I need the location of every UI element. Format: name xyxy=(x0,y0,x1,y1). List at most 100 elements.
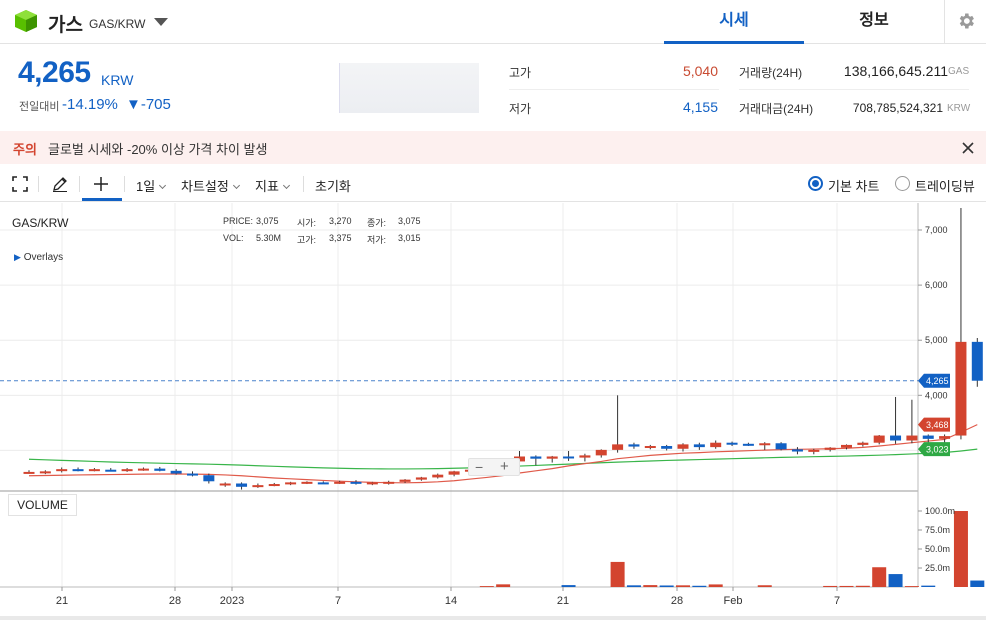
candle-body xyxy=(105,469,117,472)
volume-bar xyxy=(757,585,772,587)
legend-price-label: PRICE: xyxy=(223,216,254,226)
volume-bar xyxy=(888,574,903,587)
indicators-select[interactable]: 지표 xyxy=(255,176,290,195)
candle-body xyxy=(170,470,182,474)
volume-bar xyxy=(904,586,919,587)
low-value: 4,155 xyxy=(682,99,718,115)
coin-select-caret-icon[interactable] xyxy=(154,18,168,26)
candle-body xyxy=(612,444,624,450)
candle-body xyxy=(726,442,738,445)
change-percent: -14.19% xyxy=(62,96,118,113)
high-label: 고가 xyxy=(509,66,532,80)
chart-symbol: GAS/KRW xyxy=(12,216,69,230)
volume-bar xyxy=(626,585,641,587)
candle-body xyxy=(873,435,885,443)
legend-open-label: 시가: xyxy=(297,218,317,228)
x-tick-label: Feb xyxy=(724,595,743,607)
bottom-scrollbar[interactable] xyxy=(0,616,986,620)
candle-body xyxy=(661,446,673,449)
candlesticks xyxy=(23,207,983,490)
triangle-right-icon: ▶ xyxy=(14,252,21,262)
basic-chart-label[interactable]: 기본 차트 xyxy=(828,176,879,195)
chevron-down-icon xyxy=(159,181,167,190)
high-value: 5,040 xyxy=(682,63,718,79)
x-tick-label: 28 xyxy=(169,595,181,607)
volume-tick-label: 100.0m xyxy=(925,506,955,516)
candle-body xyxy=(579,455,591,458)
candle-body xyxy=(219,483,231,486)
candle-body xyxy=(841,444,852,448)
volume-24h-value: 138,166,645.211 xyxy=(843,63,948,79)
x-tick-label: 21 xyxy=(557,595,569,607)
change-absolute: ▼-705 xyxy=(126,96,171,113)
candle-body xyxy=(187,473,198,476)
toolbar-divider xyxy=(124,176,125,192)
candle-body xyxy=(56,469,68,472)
fullscreen-icon[interactable] xyxy=(12,176,28,192)
volume-bar xyxy=(970,580,985,587)
candle-body xyxy=(906,435,918,441)
tab-info[interactable]: 정보 xyxy=(804,0,944,44)
candle-body xyxy=(922,435,934,439)
volume-bar xyxy=(692,585,707,587)
volume-bar xyxy=(643,585,658,587)
gear-icon[interactable] xyxy=(956,11,976,31)
indicators-label: 지표 xyxy=(255,179,279,194)
amount-24h-value: 708,785,524,321 xyxy=(852,101,943,115)
legend-low-label: 저가: xyxy=(367,235,387,245)
candle-body xyxy=(775,443,787,450)
crosshair-icon[interactable] xyxy=(93,176,109,192)
price-tick-label: 7,000 xyxy=(925,225,948,235)
price-unit: KRW xyxy=(101,72,134,88)
volume-bar xyxy=(823,585,838,587)
x-tick-label: 7 xyxy=(335,595,341,607)
overlays-label: Overlays xyxy=(23,252,64,263)
candle-body xyxy=(88,469,100,472)
zoom-in-button[interactable]: + xyxy=(500,458,509,475)
draw-pencil-icon[interactable] xyxy=(51,175,69,193)
zoom-out-button[interactable]: − xyxy=(475,459,483,475)
price-tick-label: 5,000 xyxy=(925,335,948,345)
candle-body xyxy=(710,442,722,448)
candle-body xyxy=(203,475,215,482)
candle-body xyxy=(857,442,869,445)
legend-close-value: 3,075 xyxy=(398,216,421,226)
price-chart[interactable]: 7,000 6,000 5,000 4,000 100.0m 75.0m 50.0m 25.0… xyxy=(0,203,986,620)
volume-tick-label: 50.0m xyxy=(925,544,950,554)
basic-chart-radio[interactable] xyxy=(808,176,823,191)
candle-body xyxy=(415,477,427,480)
legend-high-value: 3,375 xyxy=(329,233,352,243)
candle-body xyxy=(628,444,640,447)
legend-high-label: 고가: xyxy=(297,235,317,245)
coin-logo-icon xyxy=(15,10,37,32)
candle-body xyxy=(890,435,902,441)
interval-select[interactable]: 1일 xyxy=(136,176,167,195)
volume-bar xyxy=(855,585,870,587)
tab-price[interactable]: 시세 xyxy=(664,0,804,44)
candle-body xyxy=(301,481,313,484)
chart-axes: 7,000 6,000 5,000 4,000 100.0m 75.0m 50.0m 25.0… xyxy=(56,225,955,607)
overlays-toggle[interactable]: ▶ Overlays xyxy=(14,252,63,263)
chart-settings-select[interactable]: 차트설정 xyxy=(181,176,240,195)
volume-bar xyxy=(872,567,887,587)
legend-price-value: 3,075 xyxy=(256,216,279,226)
x-tick-label: 2023 xyxy=(220,595,244,607)
candle-body xyxy=(350,481,362,484)
volume-bar xyxy=(610,561,625,587)
volume-bar xyxy=(708,584,723,587)
coin-pair: GAS/KRW xyxy=(89,17,146,31)
candle-body xyxy=(268,484,280,487)
candle-body xyxy=(285,482,297,485)
candle-body xyxy=(154,468,166,471)
candle-body xyxy=(971,341,983,381)
tradingview-radio[interactable] xyxy=(895,176,910,191)
candle-body xyxy=(808,449,820,452)
candle-body xyxy=(955,341,967,436)
reset-button[interactable]: 초기화 xyxy=(315,176,351,195)
volume-bar xyxy=(953,511,968,587)
close-icon[interactable] xyxy=(960,140,976,156)
legend-vol-value: 5.30M xyxy=(256,233,282,243)
tradingview-label[interactable]: 트레이딩뷰 xyxy=(915,176,975,195)
candle-body xyxy=(317,482,329,485)
amount-24h-unit: KRW xyxy=(947,103,971,114)
